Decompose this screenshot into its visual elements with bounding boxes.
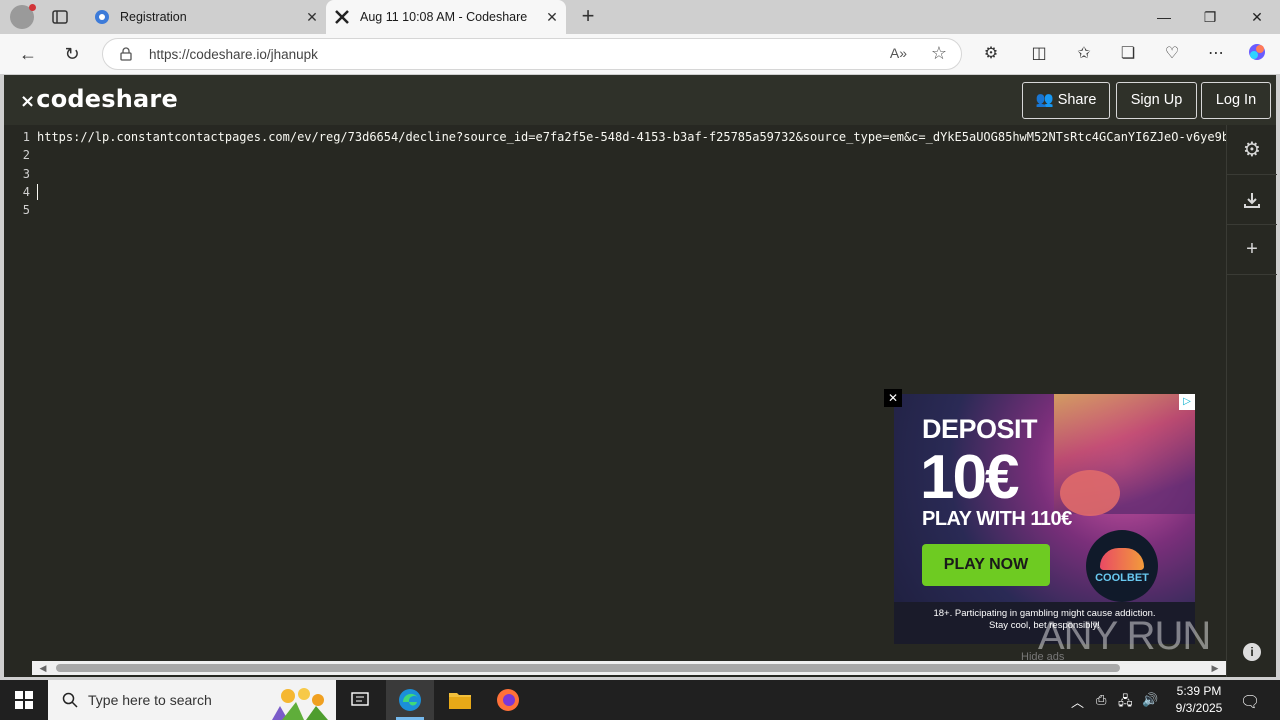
device-icon[interactable]: ⎙ [1096, 692, 1106, 708]
registration-favicon-icon [94, 9, 110, 25]
start-button[interactable] [0, 680, 48, 720]
back-arrow-icon[interactable]: ← [16, 42, 40, 66]
info-icon[interactable]: i [1243, 643, 1261, 661]
tab-close-icon[interactable]: ✕ [538, 9, 566, 26]
file-explorer-icon[interactable] [436, 680, 484, 720]
windows-taskbar: Type here to search ︿ ⎙ 🖧 🔊 5:39 PM 9/3/… [0, 680, 1280, 720]
split-screen-icon[interactable]: ◫ [1027, 42, 1051, 66]
profile-avatar-icon[interactable] [10, 4, 36, 29]
text-cursor [37, 184, 38, 200]
more-menu-icon[interactable]: ⋯ [1204, 42, 1228, 66]
url-text: https://codeshare.io/jhanupk [149, 47, 318, 62]
restore-icon[interactable]: ❐ [1187, 0, 1233, 34]
brand-name: COOLBET [1095, 572, 1149, 584]
adchoices-icon[interactable]: ▷ [1179, 394, 1195, 410]
log-in-button[interactable]: Log In [1201, 82, 1271, 119]
windows-logo-icon [15, 691, 33, 709]
line-text: https://lp.constantcontactpages.com/ev/r… [37, 130, 1226, 144]
search-placeholder: Type here to search [88, 692, 212, 708]
clock-date: 9/3/2025 [1175, 701, 1223, 715]
tab-title: Registration [120, 10, 187, 24]
read-aloud-icon[interactable]: A» [890, 45, 907, 61]
horizontal-scrollbar[interactable]: ◀ ▶ [32, 661, 1226, 675]
add-plus-icon[interactable]: + [1227, 225, 1277, 275]
refresh-icon[interactable]: ↻ [60, 42, 84, 66]
ad-amount: 10€ [920, 443, 1019, 512]
tab-title: Aug 11 10:08 AM - Codeshare [360, 10, 528, 24]
search-icon [62, 692, 78, 708]
line-number: 2 [22, 148, 30, 162]
network-icon[interactable]: 🖧 [1118, 692, 1133, 714]
site-header: ⨯codeshare 👥 Share Sign Up Log In [4, 75, 1276, 125]
notifications-icon[interactable]: 🗨 [1240, 692, 1260, 712]
download-icon[interactable] [1227, 175, 1277, 225]
collections-icon[interactable]: ❏ [1116, 42, 1140, 66]
favorite-star-icon[interactable]: ☆ [931, 43, 947, 64]
show-hidden-icons-chevron-icon[interactable]: ︿ [1071, 692, 1084, 711]
line-number: 5 [22, 203, 30, 217]
task-view-icon[interactable] [336, 680, 384, 720]
settings-gear-icon[interactable]: ⚙ [1227, 125, 1277, 175]
minimize-icon[interactable]: — [1141, 0, 1187, 34]
users-icon: 👥 [1035, 92, 1054, 108]
copilot-icon[interactable] [1245, 42, 1269, 66]
line-number: 4 [22, 185, 30, 199]
line-number: 3 [22, 167, 30, 181]
site-info-icon[interactable] [119, 47, 133, 61]
sign-up-button[interactable]: Sign Up [1116, 82, 1197, 119]
clock-time: 5:39 PM [1176, 684, 1222, 698]
favorites-icon[interactable]: ✩ [1072, 42, 1096, 66]
tab-codeshare[interactable]: Aug 11 10:08 AM - Codeshare ✕ [326, 0, 566, 34]
scroll-left-arrow-icon[interactable]: ◀ [36, 661, 50, 675]
logo-text: codeshare [36, 85, 178, 113]
browser-essentials-icon[interactable]: ♡ [1160, 42, 1184, 66]
codeshare-favicon-icon [334, 9, 350, 25]
system-clock[interactable]: 5:39 PM 9/3/2025 [1164, 683, 1234, 717]
scroll-thumb[interactable] [56, 664, 1120, 672]
tab-close-icon[interactable]: ✕ [298, 9, 326, 26]
address-bar[interactable]: https://codeshare.io/jhanupk A» ☆ [102, 38, 962, 70]
edge-browser-icon[interactable] [386, 680, 434, 720]
play-now-button[interactable]: PLAY NOW [922, 544, 1050, 586]
browser-tab-strip: Registration ✕ Aug 11 10:08 AM - Codesha… [0, 0, 1280, 34]
ad-headline: DEPOSIT [922, 414, 1038, 444]
share-label: Share [1057, 92, 1097, 108]
volume-icon[interactable]: 🔊 [1142, 692, 1158, 708]
scroll-right-arrow-icon[interactable]: ▶ [1208, 661, 1222, 675]
line-number: 1 [22, 130, 30, 144]
anyrun-watermark: ANY RUN [1038, 614, 1211, 658]
firefox-icon[interactable] [484, 680, 532, 720]
ad-subline: PLAY WITH 110€ [922, 508, 1072, 530]
editor-sidebar: ⚙ + i [1226, 125, 1277, 677]
flowers-decoration-icon [272, 688, 328, 720]
tab-actions-icon[interactable] [50, 7, 70, 27]
tab-registration[interactable]: Registration ✕ [86, 0, 326, 34]
casino-advertisement[interactable]: ▷ DEPOSIT 10€ PLAY WITH 110€ PLAY NOW CO… [894, 394, 1195, 644]
new-tab-plus-icon[interactable]: + [576, 5, 600, 29]
extensions-icon[interactable]: ⚙ [979, 42, 1003, 66]
logo-mark-icon: ⨯ [20, 91, 36, 112]
browser-toolbar: ← ↻ https://codeshare.io/jhanupk A» ☆ ⚙ … [0, 34, 1280, 74]
window-close-icon[interactable]: ✕ [1234, 0, 1280, 34]
ad-close-button[interactable]: ✕ [884, 389, 902, 407]
share-button[interactable]: 👥 Share [1022, 82, 1110, 119]
taskbar-search-box[interactable]: Type here to search [48, 680, 336, 720]
coolbet-logo: COOLBET [1086, 530, 1158, 602]
codeshare-logo[interactable]: ⨯codeshare [20, 85, 178, 113]
bear-icon [1100, 548, 1144, 570]
